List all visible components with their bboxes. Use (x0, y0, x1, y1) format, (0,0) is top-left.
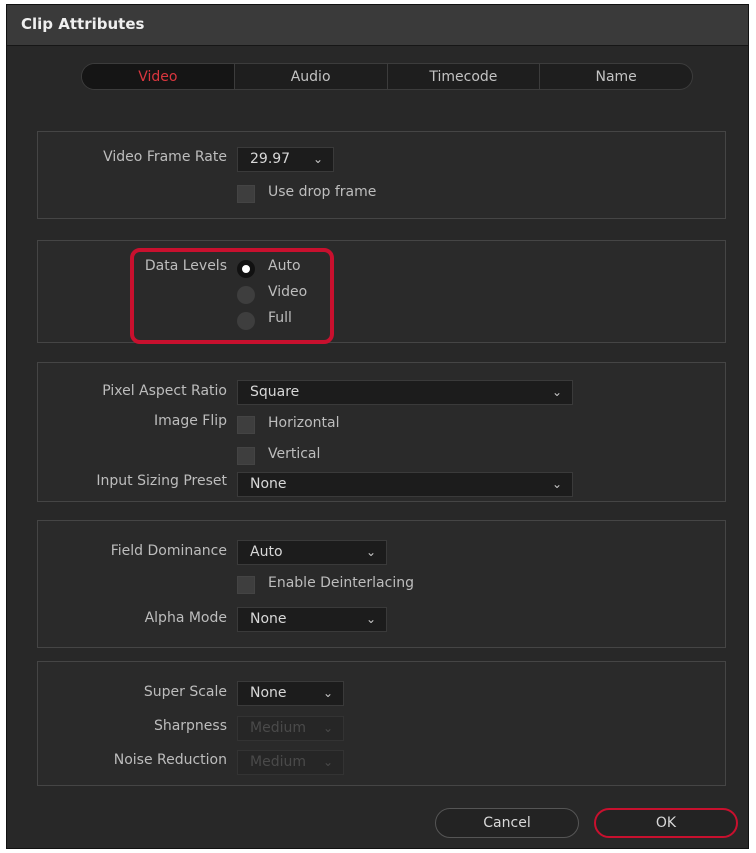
input-sizing-preset-value: None (250, 476, 287, 492)
sharpness-dropdown: Medium ⌄ (237, 716, 344, 741)
chevron-down-icon: ⌄ (312, 152, 323, 166)
chevron-down-icon: ⌄ (551, 385, 562, 399)
tab-name-label: Name (595, 68, 637, 85)
dialog-title: Clip Attributes (21, 15, 145, 33)
super-scale-value: None (250, 685, 287, 701)
video-frame-rate-label: Video Frame Rate (103, 149, 227, 165)
title-bar: Clip Attributes (7, 5, 748, 46)
enable-deinterlacing-label: Enable Deinterlacing (268, 575, 414, 591)
alpha-mode-value: None (250, 611, 287, 627)
cancel-button[interactable]: Cancel (435, 808, 579, 838)
noise-reduction-label: Noise Reduction (113, 752, 227, 768)
pixel-aspect-ratio-value: Square (250, 384, 300, 400)
enable-deinterlacing-checkbox[interactable] (237, 576, 255, 594)
field-dominance-label: Field Dominance (110, 543, 227, 559)
chevron-down-icon: ⌄ (322, 755, 333, 769)
pixel-panel: Pixel Aspect Ratio Square ⌄ Image Flip H… (37, 362, 726, 502)
noise-reduction-value: Medium (250, 754, 306, 770)
field-dominance-value: Auto (250, 544, 283, 560)
super-scale-label: Super Scale (143, 684, 227, 700)
super-scale-panel: Super Scale None ⌄ Sharpness Medium ⌄ No… (37, 661, 726, 786)
image-flip-label: Image Flip (153, 413, 227, 429)
use-drop-frame-label: Use drop frame (268, 184, 377, 200)
noise-reduction-dropdown: Medium ⌄ (237, 750, 344, 775)
tab-video-label: Video (138, 68, 178, 85)
flip-horizontal-label: Horizontal (268, 415, 340, 431)
frame-rate-panel: Video Frame Rate 29.97 ⌄ Use drop frame (37, 131, 726, 219)
alpha-mode-label: Alpha Mode (144, 610, 227, 626)
alpha-mode-dropdown[interactable]: None ⌄ (237, 607, 387, 632)
flip-vertical-checkbox[interactable] (237, 447, 255, 465)
input-sizing-preset-dropdown[interactable]: None ⌄ (237, 472, 573, 497)
video-frame-rate-dropdown[interactable]: 29.97 ⌄ (237, 147, 334, 172)
ok-button-label: OK (655, 815, 677, 831)
tab-bar: Video Audio Timecode Name (81, 63, 693, 90)
flip-horizontal-checkbox[interactable] (237, 416, 255, 434)
chevron-down-icon: ⌄ (365, 545, 376, 559)
field-panel: Field Dominance Auto ⌄ Enable Deinterlac… (37, 520, 726, 648)
sharpness-value: Medium (250, 720, 306, 736)
super-scale-dropdown[interactable]: None ⌄ (237, 681, 344, 706)
tab-timecode[interactable]: Timecode (386, 64, 540, 89)
tab-audio-label: Audio (290, 68, 331, 85)
field-dominance-dropdown[interactable]: Auto ⌄ (237, 540, 387, 565)
tab-audio[interactable]: Audio (233, 64, 387, 89)
tab-name[interactable]: Name (539, 64, 692, 89)
sharpness-label: Sharpness (153, 718, 227, 734)
tab-timecode-label: Timecode (429, 68, 498, 85)
chevron-down-icon: ⌄ (322, 721, 333, 735)
chevron-down-icon: ⌄ (322, 686, 333, 700)
video-frame-rate-value: 29.97 (250, 151, 291, 167)
pixel-aspect-ratio-label: Pixel Aspect Ratio (102, 383, 227, 399)
pixel-aspect-ratio-dropdown[interactable]: Square ⌄ (237, 380, 573, 405)
chevron-down-icon: ⌄ (551, 477, 562, 491)
clip-attributes-dialog: Clip Attributes Video Audio Timecode Nam… (6, 4, 749, 849)
ok-button[interactable]: OK (594, 808, 738, 838)
tab-video[interactable]: Video (82, 64, 234, 89)
data-levels-highlight-box (130, 248, 334, 344)
cancel-button-label: Cancel (483, 815, 531, 831)
input-sizing-preset-label: Input Sizing Preset (96, 473, 227, 489)
chevron-down-icon: ⌄ (365, 612, 376, 626)
flip-vertical-label: Vertical (268, 446, 321, 462)
use-drop-frame-checkbox[interactable] (237, 185, 255, 203)
